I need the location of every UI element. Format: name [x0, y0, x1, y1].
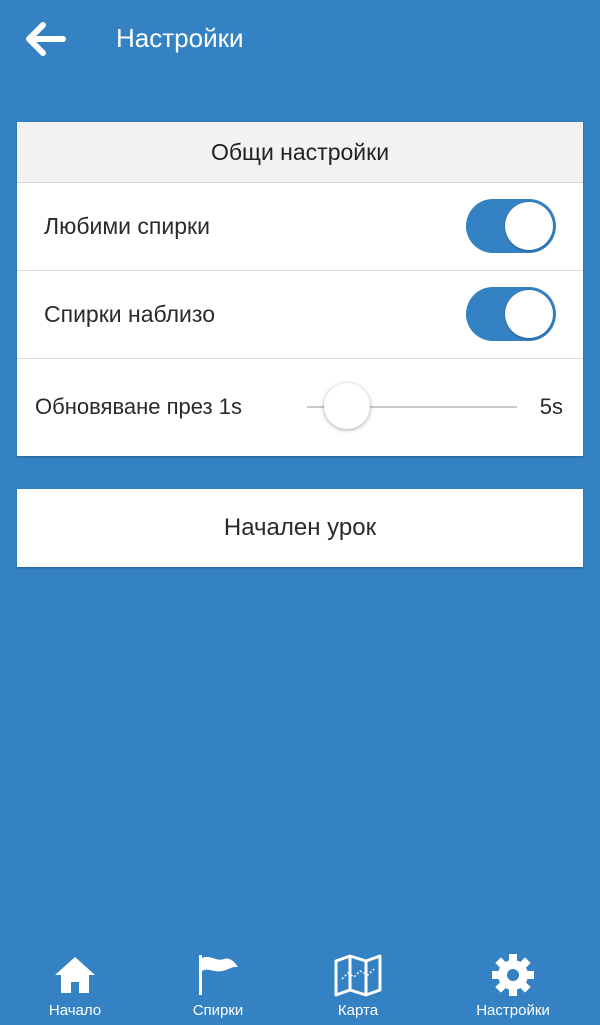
refresh-row: Обновяване през 1s 5s: [17, 359, 583, 455]
general-settings-card: Общи настройки Любими спирки Спирки набл…: [17, 122, 583, 456]
back-button[interactable]: [24, 20, 68, 58]
toggle-knob: [505, 202, 553, 250]
gear-icon: [492, 954, 534, 996]
nearby-toggle[interactable]: [466, 287, 556, 341]
general-settings-title: Общи настройки: [17, 122, 583, 183]
map-icon: [334, 954, 382, 997]
favorites-label: Любими спирки: [44, 213, 210, 239]
arrow-left-icon: [26, 22, 66, 56]
tab-stops-label: Спирки: [192, 1002, 244, 1019]
tab-settings[interactable]: Настройки: [438, 945, 588, 1025]
home-icon: [55, 957, 95, 993]
refresh-label: Обновяване през 1s: [35, 394, 242, 419]
tutorial-button[interactable]: Начален урок: [17, 489, 583, 567]
refresh-max-label: 5s: [539, 394, 563, 419]
nearby-row: Спирки наблизо: [17, 271, 583, 359]
tab-home-label: Начало: [48, 1002, 102, 1019]
tab-stops[interactable]: Спирки: [143, 945, 293, 1025]
toggle-knob: [505, 290, 553, 338]
tab-map[interactable]: Карта: [283, 945, 433, 1025]
refresh-slider[interactable]: [307, 383, 517, 429]
refresh-slider-thumb[interactable]: [324, 383, 370, 429]
tab-home[interactable]: Начало: [0, 945, 150, 1025]
page-title: Настройки: [116, 23, 244, 53]
bottom-tab-bar: Начало Спирки Карта Настройки: [0, 945, 600, 1025]
favorites-row: Любими спирки: [17, 183, 583, 271]
favorites-toggle[interactable]: [466, 199, 556, 253]
tab-map-label: Карта: [337, 1002, 379, 1019]
flag-icon: [199, 955, 238, 995]
nearby-label: Спирки наблизо: [44, 301, 215, 327]
tab-settings-label: Настройки: [476, 1002, 550, 1019]
app-header: Настройки: [0, 0, 600, 80]
